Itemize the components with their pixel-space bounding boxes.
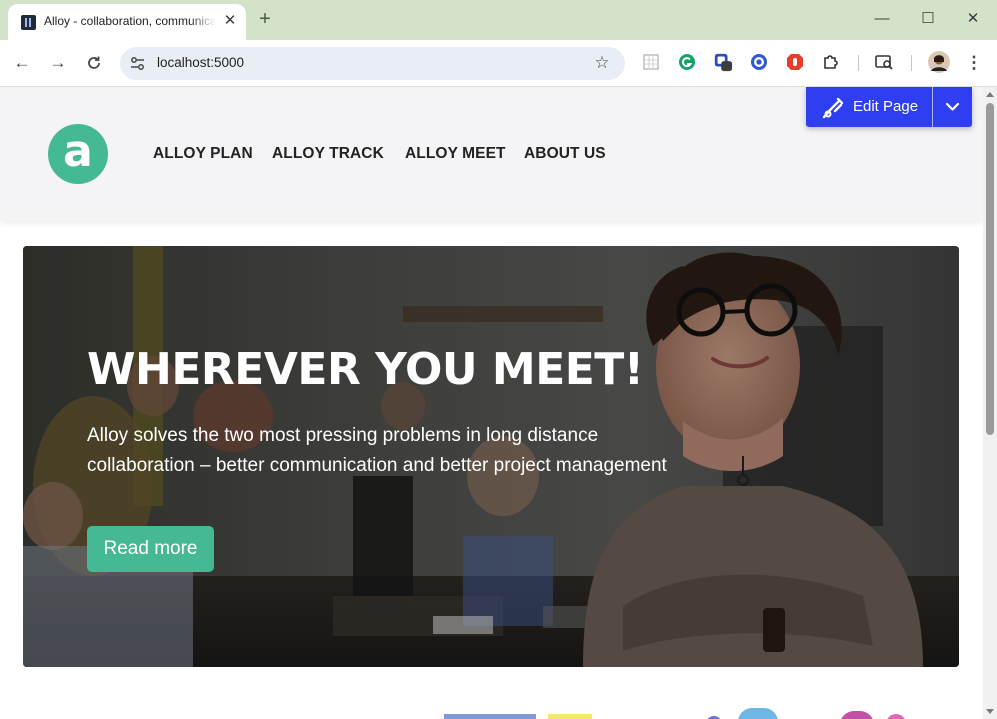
- page-viewport: a ALLOY PLAN ALLOY TRACK ALLOY MEET ABOU…: [0, 87, 983, 719]
- edit-page-label: Edit Page: [853, 98, 919, 115]
- read-more-button[interactable]: Read more: [87, 526, 214, 572]
- maximize-button[interactable]: ☐: [916, 7, 940, 31]
- close-window-button[interactable]: ✕: [961, 7, 985, 31]
- puzzle-grid-icon[interactable]: [641, 52, 661, 72]
- below-fold-shape: [840, 711, 874, 719]
- site-settings-icon[interactable]: [129, 55, 146, 72]
- scroll-up-arrow-icon[interactable]: [986, 92, 994, 97]
- target-extension-icon[interactable]: [749, 52, 769, 72]
- edit-page-button[interactable]: Edit Page: [806, 87, 972, 127]
- bookmark-star-icon[interactable]: ☆: [591, 52, 613, 74]
- browser-toolbar: ← → localhost:5000 ☆ 3 ⋮: [0, 40, 997, 114]
- site-favicon-icon: [21, 15, 36, 30]
- forward-button[interactable]: →: [46, 51, 70, 75]
- tab-search-icon[interactable]: [874, 52, 894, 72]
- back-button[interactable]: ←: [10, 51, 34, 75]
- hero-description: Alloy solves the two most pressing probl…: [87, 425, 667, 476]
- logo-letter: a: [63, 126, 93, 177]
- page-scrollbar[interactable]: [983, 87, 997, 719]
- grammarly-icon[interactable]: [677, 52, 697, 72]
- browser-tab-strip: Alloy - collaboration, communication ✕ +…: [0, 0, 997, 40]
- hero-banner: WHEREVER YOU MEET! Alloy solves the two …: [23, 246, 959, 667]
- badge-extension-icon[interactable]: [713, 52, 733, 72]
- below-fold-shape: [548, 714, 592, 719]
- adblock-icon[interactable]: [785, 52, 805, 72]
- below-fold-shape: [444, 714, 536, 719]
- url-text[interactable]: localhost:5000: [157, 55, 244, 70]
- profile-avatar[interactable]: [928, 51, 950, 73]
- address-bar[interactable]: localhost:5000 ☆: [120, 47, 625, 80]
- scroll-thumb[interactable]: [986, 103, 994, 435]
- nav-alloy-track[interactable]: ALLOY TRACK: [272, 145, 384, 163]
- toolbar-separator: [858, 55, 859, 71]
- chevron-down-icon[interactable]: [933, 87, 972, 127]
- new-tab-button[interactable]: +: [254, 8, 276, 30]
- nav-about-us[interactable]: ABOUT US: [524, 145, 606, 163]
- reload-icon[interactable]: [82, 51, 106, 75]
- below-fold-shape: [738, 708, 778, 719]
- nav-alloy-meet[interactable]: ALLOY MEET: [405, 145, 506, 163]
- alloy-logo[interactable]: a: [48, 124, 108, 184]
- edit-link-icon: [822, 97, 844, 119]
- minimize-button[interactable]: —: [870, 7, 894, 31]
- extensions-puzzle-icon[interactable]: [821, 52, 841, 72]
- scroll-down-arrow-icon[interactable]: [986, 709, 994, 714]
- nav-alloy-plan[interactable]: ALLOY PLAN: [153, 145, 253, 163]
- browser-menu-icon[interactable]: ⋮: [962, 51, 986, 75]
- browser-tab[interactable]: Alloy - collaboration, communication ✕: [8, 4, 246, 40]
- below-fold-shape: [886, 714, 906, 719]
- toolbar-separator: [911, 55, 912, 71]
- hero-title: WHEREVER YOU MEET!: [87, 344, 644, 395]
- tab-close-icon[interactable]: ✕: [221, 12, 239, 30]
- tab-title: Alloy - collaboration, communication: [44, 14, 216, 28]
